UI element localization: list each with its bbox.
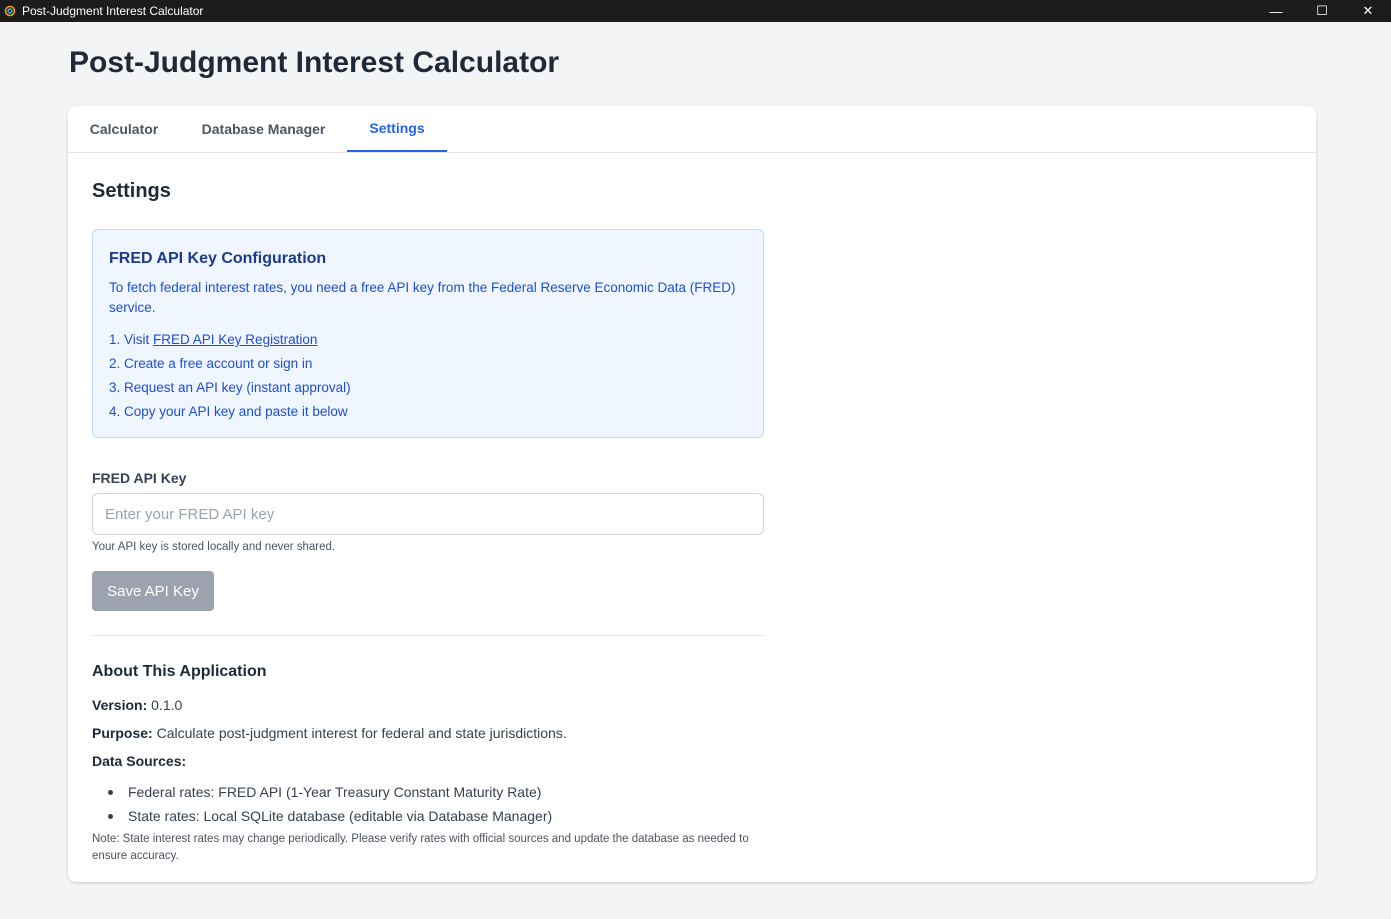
step-item: 4. Copy your API key and paste it below bbox=[109, 404, 348, 419]
save-api-key-button[interactable]: Save API Key bbox=[92, 571, 214, 611]
window-controls: — ☐ ✕ bbox=[1253, 0, 1391, 22]
tab-calculator[interactable]: Calculator bbox=[68, 106, 180, 152]
accuracy-note: Note: State interest rates may change pe… bbox=[92, 833, 749, 862]
step-item: 1. Visit FRED API Key Registration bbox=[109, 328, 747, 352]
data-sources-line: Data Sources: bbox=[92, 753, 186, 769]
list-item: Federal rates: FRED API (1-Year Treasury… bbox=[92, 780, 552, 804]
maximize-icon: ☐ bbox=[1316, 3, 1328, 18]
window-titlebar: Post-Judgment Interest Calculator — ☐ ✕ bbox=[0, 0, 1391, 22]
version-label: Version: bbox=[92, 697, 148, 713]
maximize-button[interactable]: ☐ bbox=[1299, 0, 1345, 22]
list-item: State rates: Local SQLite database (edit… bbox=[92, 804, 552, 828]
info-title: FRED API Key Configuration bbox=[109, 250, 327, 267]
close-icon: ✕ bbox=[1362, 3, 1374, 18]
step-item: 3. Request an API key (instant approval) bbox=[109, 380, 351, 395]
window-title: Post-Judgment Interest Calculator bbox=[22, 4, 204, 18]
steps-list: 1. Visit FRED API Key Registration 2. Cr… bbox=[109, 328, 747, 424]
info-description: To fetch federal interest rates, you nee… bbox=[109, 280, 736, 315]
fred-registration-link[interactable]: FRED API Key Registration bbox=[153, 332, 317, 347]
minimize-icon: — bbox=[1269, 3, 1283, 19]
section-title: Settings bbox=[92, 180, 171, 202]
tab-database-manager[interactable]: Database Manager bbox=[180, 106, 347, 152]
step-1-prefix: 1. Visit bbox=[109, 332, 154, 347]
fred-info-box: FRED API Key Configuration To fetch fede… bbox=[92, 229, 764, 438]
tab-bar: Calculator Database Manager Settings bbox=[68, 106, 1316, 153]
main-card: Calculator Database Manager Settings Set… bbox=[68, 106, 1316, 882]
api-key-label: FRED API Key bbox=[92, 470, 187, 486]
minimize-button[interactable]: — bbox=[1253, 0, 1299, 22]
divider bbox=[92, 635, 764, 636]
page-title: Post-Judgment Interest Calculator bbox=[69, 46, 560, 79]
tab-settings[interactable]: Settings bbox=[347, 106, 447, 152]
api-key-help-text: Your API key is stored locally and never… bbox=[92, 541, 336, 553]
version-line: Version: 0.1.0 bbox=[92, 697, 182, 713]
purpose-line: Purpose: Calculate post-judgment interes… bbox=[92, 725, 567, 741]
version-value: 0.1.0 bbox=[151, 697, 183, 713]
purpose-label: Purpose: bbox=[92, 725, 153, 741]
close-window-button[interactable]: ✕ bbox=[1345, 0, 1391, 22]
api-key-input[interactable] bbox=[92, 493, 764, 535]
about-title: About This Application bbox=[92, 663, 267, 680]
data-sources-list: Federal rates: FRED API (1-Year Treasury… bbox=[92, 780, 552, 828]
app-logo-icon bbox=[4, 5, 16, 17]
step-item: 2. Create a free account or sign in bbox=[109, 356, 313, 371]
purpose-value: Calculate post-judgment interest for fed… bbox=[156, 725, 567, 741]
data-sources-label: Data Sources: bbox=[92, 753, 187, 769]
